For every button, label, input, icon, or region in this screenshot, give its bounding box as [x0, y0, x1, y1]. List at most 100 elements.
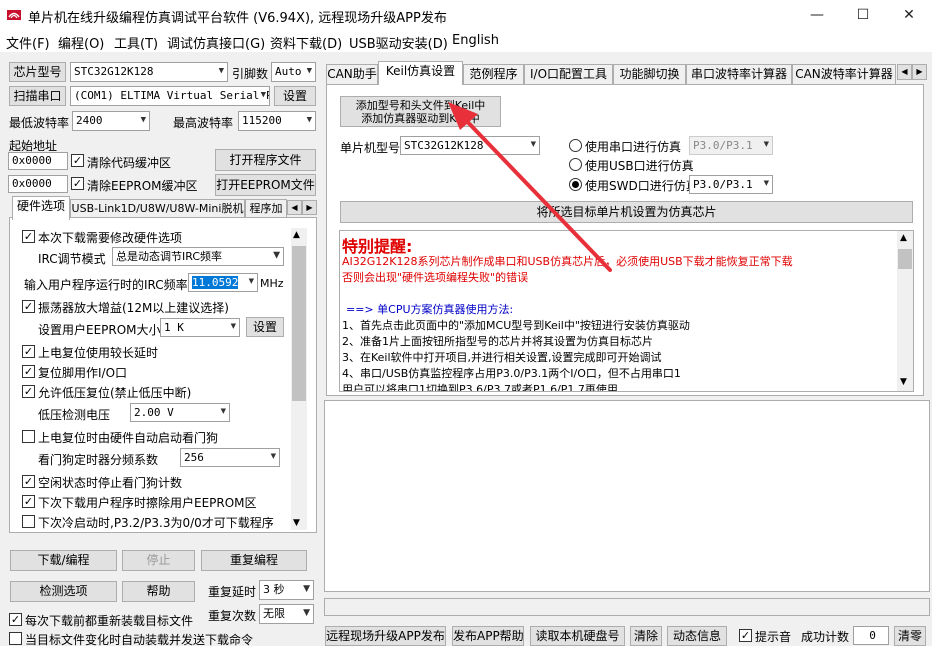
- repeat-delay-select[interactable]: 3 秒 ▼: [259, 580, 314, 600]
- log-output-area[interactable]: [324, 400, 930, 592]
- erase-eeprom-checkbox[interactable]: [22, 495, 35, 508]
- read-disk-id-button[interactable]: 读取本机硬盘号: [530, 626, 625, 646]
- chevron-down-icon: ▼: [273, 250, 280, 261]
- clear-log-button[interactable]: 清除: [630, 626, 662, 646]
- open-eeprom-file-button[interactable]: 打开EEPROM文件: [215, 174, 316, 196]
- oscillator-gain-label: 振荡器放大增益(12M以上建议选择): [38, 301, 229, 315]
- minimize-button[interactable]: —: [794, 0, 840, 30]
- low-voltage-reset-checkbox[interactable]: [22, 385, 35, 398]
- port-settings-button[interactable]: 设置: [274, 86, 316, 106]
- irc-frequency-label: 输入用户程序运行时的IRC频率: [24, 278, 188, 292]
- step-2: 2、准备1片上面按钮所指型号的芯片并将其设置为仿真目标芯片: [342, 335, 653, 348]
- irc-frequency-select[interactable]: 11.0592 ▼: [188, 273, 258, 292]
- tab-io-config-tool[interactable]: I/O口配置工具: [524, 64, 613, 84]
- scan-port-button[interactable]: 扫描串口: [9, 86, 66, 106]
- lvd-voltage-select[interactable]: 2.00 V ▼: [130, 403, 230, 422]
- beep-label: 提示音: [755, 630, 792, 644]
- dynamic-info-button[interactable]: 动态信息: [667, 626, 727, 646]
- chip-type-select[interactable]: STC32G12K128 ▼: [70, 62, 228, 82]
- success-count-label: 成功计数: [801, 630, 850, 644]
- tab-scroll-left-icon[interactable]: ◀: [897, 64, 912, 80]
- emulate-swd-pin-select[interactable]: P3.0/P3.1 ▼: [689, 175, 773, 194]
- tab-scroll-right-icon[interactable]: ▶: [912, 64, 927, 80]
- eeprom-size-value: 1 K: [164, 321, 184, 334]
- irc-unit-label: MHz: [260, 277, 284, 290]
- irc-mode-select[interactable]: 总是动态调节IRC频率 ▼: [112, 247, 284, 266]
- clear-code-checkbox[interactable]: [71, 154, 84, 167]
- beep-checkbox[interactable]: [739, 629, 752, 642]
- reload-target-checkbox[interactable]: [9, 613, 22, 626]
- scrollbar-thumb[interactable]: [292, 246, 306, 401]
- min-baud-label: 最低波特率: [9, 116, 70, 130]
- repeat-count-select[interactable]: 无限 ▼: [259, 604, 314, 624]
- remote-upgrade-button[interactable]: 远程现场升级APP发布: [325, 626, 446, 646]
- modify-hw-options-checkbox[interactable]: [22, 230, 35, 243]
- scroll-up-icon[interactable]: ▲: [900, 233, 907, 243]
- chevron-down-icon: ▼: [248, 276, 254, 287]
- max-baud-value: 115200: [242, 114, 282, 127]
- tab-can-baud-calc[interactable]: CAN波特率计算器: [792, 64, 896, 84]
- emulation-instructions-box: 特别提醒: AI32G12K128系列芯片制作成串口和USB仿真芯片后，必须使用…: [339, 230, 914, 392]
- reload-target-label: 每次下载前都重新装载目标文件: [25, 614, 194, 628]
- tab-pin-switch[interactable]: 功能脚切换: [613, 64, 686, 84]
- max-baud-select[interactable]: 115200 ▼: [238, 111, 316, 131]
- clear-eeprom-checkbox[interactable]: [71, 177, 84, 190]
- tab-hardware-options[interactable]: 硬件选项: [12, 196, 70, 220]
- code-address-input[interactable]: 0x0000: [8, 152, 68, 170]
- tab-usb-link-offline[interactable]: USB-Link1D/U8W/U8W-Mini脱机: [70, 199, 245, 217]
- reset-count-button[interactable]: 清零: [894, 626, 926, 646]
- scroll-up-icon[interactable]: ▲: [293, 230, 300, 240]
- auto-watchdog-checkbox[interactable]: [22, 430, 35, 443]
- app-help-button[interactable]: 发布APP帮助: [452, 626, 524, 646]
- tab-examples[interactable]: 范例程序: [463, 64, 524, 84]
- menu-file[interactable]: 文件(F): [6, 33, 50, 52]
- open-program-file-button[interactable]: 打开程序文件: [215, 149, 316, 171]
- scrollbar-thumb[interactable]: [898, 249, 912, 269]
- port-value: (COM1) ELTIMA Virtual Serial P: [74, 89, 270, 102]
- stop-button[interactable]: 停止: [122, 550, 195, 571]
- auto-send-checkbox[interactable]: [9, 632, 22, 645]
- menu-program[interactable]: 编程(O): [58, 33, 104, 52]
- tab-can-assistant[interactable]: CAN助手: [326, 64, 378, 84]
- repeat-count-label: 重复次数: [208, 609, 257, 623]
- cold-boot-condition-checkbox[interactable]: [22, 515, 35, 528]
- menu-usb-driver[interactable]: USB驱动安装(D): [349, 33, 448, 52]
- eeprom-address-input[interactable]: 0x0000: [8, 175, 68, 193]
- long-reset-delay-checkbox[interactable]: [22, 345, 35, 358]
- method-title: ==> 单CPU方案仿真器使用方法:: [346, 303, 514, 316]
- menu-downloads[interactable]: 资料下载(D): [270, 33, 342, 52]
- oscillator-gain-checkbox[interactable]: [22, 300, 35, 313]
- tab-scroll-left-icon[interactable]: ◀: [287, 200, 302, 215]
- close-button[interactable]: ✕: [886, 0, 932, 30]
- chip-type-label-button[interactable]: 芯片型号: [9, 62, 66, 82]
- check-options-button[interactable]: 检测选项: [10, 581, 117, 602]
- help-button[interactable]: 帮助: [122, 581, 195, 602]
- eeprom-size-set-button[interactable]: 设置: [246, 317, 284, 337]
- mcu-model-label: 单片机型号: [340, 141, 401, 155]
- repeat-program-button[interactable]: 重复编程: [201, 550, 307, 571]
- chevron-down-icon: ▼: [306, 115, 312, 126]
- menu-tools[interactable]: 工具(T): [114, 33, 158, 52]
- scroll-down-icon[interactable]: ▼: [293, 518, 300, 528]
- irc-mode-label: IRC调节模式: [38, 252, 106, 266]
- tab-uart-baud-calc[interactable]: 串口波特率计算器: [686, 64, 792, 84]
- port-select[interactable]: (COM1) ELTIMA Virtual Serial P ▼: [70, 86, 270, 106]
- chip-type-value: STC32G12K128: [74, 65, 154, 78]
- download-program-button[interactable]: 下载/编程: [10, 550, 117, 571]
- set-emulator-chip-button[interactable]: 将所选目标单片机设置为仿真芯片: [340, 201, 913, 223]
- menu-english[interactable]: English: [452, 33, 499, 48]
- idle-stop-watchdog-checkbox[interactable]: [22, 475, 35, 488]
- modify-hw-options-label: 本次下载需要修改硬件选项: [38, 231, 183, 245]
- reset-pin-io-checkbox[interactable]: [22, 365, 35, 378]
- scroll-down-icon[interactable]: ▼: [900, 377, 907, 387]
- eeprom-size-select[interactable]: 1 K ▼: [160, 318, 240, 337]
- tab-scroll-right-icon[interactable]: ▶: [302, 200, 317, 215]
- tab-keil-emulation[interactable]: Keil仿真设置: [378, 61, 463, 85]
- pin-count-select[interactable]: Auto ▼: [271, 62, 316, 82]
- chevron-down-icon: ▼: [218, 66, 224, 77]
- tab-program-encrypt[interactable]: 程序加: [245, 199, 287, 217]
- maximize-button[interactable]: ☐: [840, 0, 886, 30]
- min-baud-select[interactable]: 2400 ▼: [72, 111, 150, 131]
- menu-debug-interface[interactable]: 调试仿真接口(G): [167, 33, 265, 52]
- watchdog-prescaler-select[interactable]: 256 ▼: [180, 448, 280, 467]
